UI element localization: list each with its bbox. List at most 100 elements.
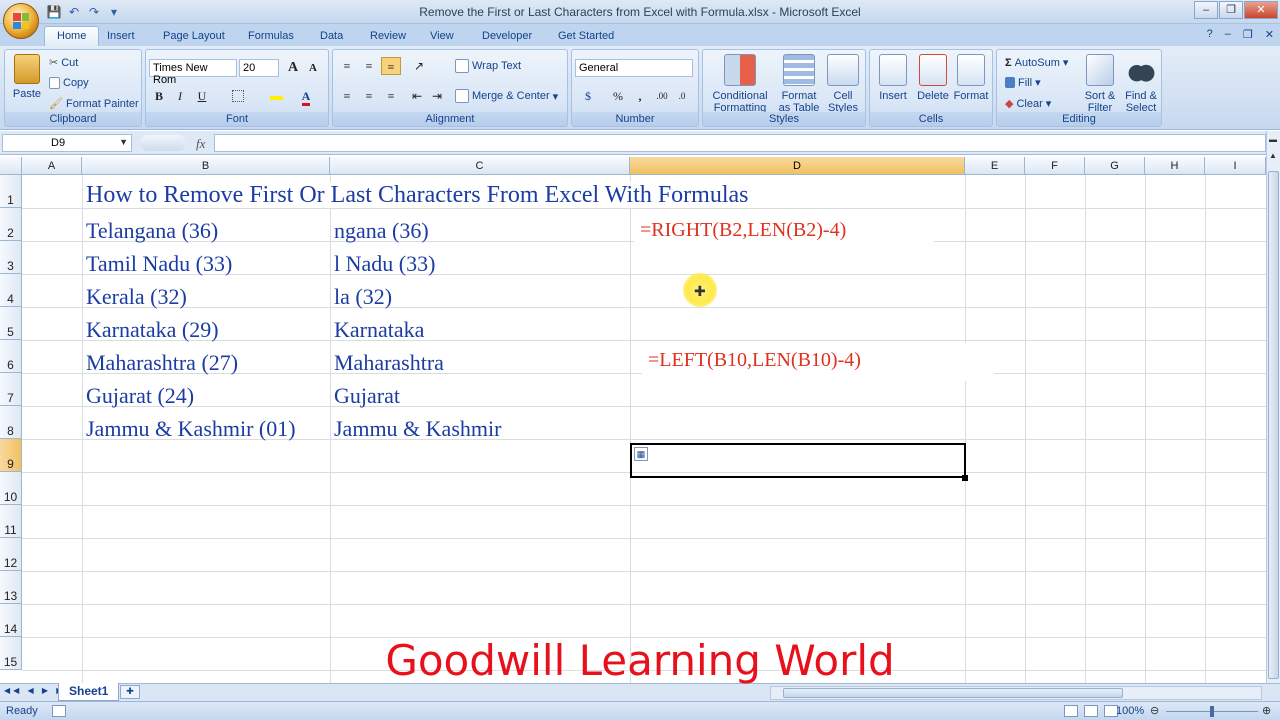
- row-header-3[interactable]: 3: [0, 241, 22, 274]
- horizontal-scrollbar[interactable]: [770, 686, 1262, 700]
- cell-b3[interactable]: Tamil Nadu (33): [86, 251, 232, 277]
- tab-get-started[interactable]: Get Started: [558, 28, 614, 46]
- column-header-i[interactable]: I: [1205, 157, 1266, 175]
- cell-c2[interactable]: ngana (36): [334, 218, 429, 244]
- copy-button[interactable]: Copy: [49, 77, 89, 89]
- cell-c7[interactable]: Gujarat: [334, 383, 400, 409]
- row-header-1[interactable]: 1: [0, 175, 22, 208]
- row-header-4[interactable]: 4: [0, 274, 22, 307]
- cell-b7[interactable]: Gujarat (24): [86, 383, 194, 409]
- minimize-button[interactable]: –: [1194, 1, 1218, 19]
- conditional-formatting-button[interactable]: Conditional Formatting: [705, 54, 775, 114]
- tab-page-layout[interactable]: Page Layout: [163, 28, 225, 46]
- cell-c4[interactable]: la (32): [334, 284, 392, 310]
- name-box[interactable]: D9 ▼: [2, 134, 132, 152]
- normal-view-icon[interactable]: [1064, 705, 1078, 717]
- top-align-icon[interactable]: ≡: [337, 57, 357, 75]
- align-center-icon[interactable]: ≡: [359, 87, 379, 105]
- ribbon-restore-icon[interactable]: ❐: [1243, 28, 1253, 41]
- font-color-icon[interactable]: A: [296, 87, 316, 106]
- align-left-icon[interactable]: ≡: [337, 87, 357, 105]
- grow-font-button[interactable]: A: [283, 59, 303, 77]
- row-header-14[interactable]: 14: [0, 604, 22, 637]
- format-as-table-button[interactable]: Format as Table: [775, 54, 823, 114]
- borders-icon[interactable]: [228, 87, 248, 105]
- split-box-icon[interactable]: ▬: [1269, 135, 1277, 144]
- worksheet-grid[interactable]: A B C D E F G H I 1 2 3 4 5 6 7 8 9 10 1…: [0, 157, 1266, 683]
- sheet-tab-sheet1[interactable]: Sheet1: [58, 683, 120, 701]
- cell-b4[interactable]: Kerala (32): [86, 284, 187, 310]
- column-header-a[interactable]: A: [22, 157, 82, 175]
- column-header-h[interactable]: H: [1145, 157, 1205, 175]
- clear-button[interactable]: ◆ Clear ▾: [1005, 97, 1051, 111]
- autosum-button[interactable]: Σ AutoSum ▾: [1005, 56, 1068, 70]
- find-select-button[interactable]: Find & Select: [1121, 54, 1161, 114]
- row-header-7[interactable]: 7: [0, 373, 22, 406]
- scroll-up-icon[interactable]: ▲: [1269, 151, 1277, 160]
- row-header-9[interactable]: 9: [0, 439, 22, 472]
- selected-cell-d9[interactable]: [630, 443, 966, 478]
- italic-button[interactable]: I: [170, 87, 190, 105]
- column-header-c[interactable]: C: [330, 157, 630, 175]
- cell-b5[interactable]: Karnataka (29): [86, 317, 219, 343]
- zoom-slider-thumb[interactable]: [1210, 706, 1214, 717]
- row-header-13[interactable]: 13: [0, 571, 22, 604]
- cell-c8[interactable]: Jammu & Kashmir: [334, 416, 501, 442]
- ribbon-close-icon[interactable]: ✕: [1265, 28, 1274, 41]
- middle-align-icon[interactable]: ≡: [359, 57, 379, 75]
- vertical-scroll-thumb[interactable]: [1268, 171, 1279, 679]
- ribbon-minimize-icon[interactable]: –: [1225, 28, 1231, 41]
- column-header-b[interactable]: B: [82, 157, 330, 175]
- insert-function-icon[interactable]: fx: [196, 136, 205, 152]
- format-cells-button[interactable]: Format: [952, 54, 990, 102]
- cell-b2[interactable]: Telangana (36): [86, 218, 218, 244]
- bold-button[interactable]: B: [149, 87, 169, 105]
- wrap-text-button[interactable]: Wrap Text: [455, 59, 521, 73]
- row-header-12[interactable]: 12: [0, 538, 22, 571]
- fill-color-icon[interactable]: [266, 87, 286, 105]
- zoom-in-icon[interactable]: ⊕: [1262, 704, 1271, 717]
- shrink-font-button[interactable]: A: [303, 59, 323, 77]
- format-painter-button[interactable]: 🖌 Format Painter: [49, 97, 139, 111]
- fill-button[interactable]: Fill ▾: [1005, 76, 1041, 89]
- select-all-corner[interactable]: [0, 157, 22, 175]
- align-right-icon[interactable]: ≡: [381, 87, 401, 105]
- office-button[interactable]: [3, 3, 39, 39]
- bottom-align-icon[interactable]: ≡: [381, 57, 401, 75]
- horizontal-scroll-thumb[interactable]: [783, 688, 1123, 698]
- cell-b8[interactable]: Jammu & Kashmir (01): [86, 416, 296, 442]
- column-header-g[interactable]: G: [1085, 157, 1145, 175]
- delete-cells-button[interactable]: Delete: [914, 54, 952, 102]
- currency-button[interactable]: $: [578, 87, 598, 105]
- tab-review[interactable]: Review: [370, 28, 406, 46]
- column-header-e[interactable]: E: [965, 157, 1025, 175]
- zoom-level[interactable]: 100%: [1116, 705, 1144, 717]
- sort-filter-button[interactable]: Sort & Filter: [1079, 54, 1121, 114]
- cell-c5[interactable]: Karnataka: [334, 317, 424, 343]
- font-size-combo[interactable]: 20: [239, 59, 279, 77]
- number-format-combo[interactable]: General: [575, 59, 693, 77]
- decrease-indent-icon[interactable]: ⇤: [407, 87, 427, 105]
- row-header-11[interactable]: 11: [0, 505, 22, 538]
- font-name-combo[interactable]: Times New Rom: [149, 59, 237, 86]
- zoom-out-icon[interactable]: ⊖: [1150, 704, 1159, 717]
- cell-b6[interactable]: Maharashtra (27): [86, 350, 238, 376]
- column-header-d[interactable]: D: [630, 157, 965, 175]
- orientation-icon[interactable]: ↗: [409, 57, 429, 75]
- insert-cells-button[interactable]: Insert: [874, 54, 912, 102]
- close-button[interactable]: ✕: [1244, 1, 1278, 19]
- column-header-f[interactable]: F: [1025, 157, 1085, 175]
- vertical-scrollbar[interactable]: ▬ ▲: [1266, 131, 1280, 683]
- underline-button[interactable]: U: [192, 87, 212, 105]
- paste-button[interactable]: Paste: [9, 54, 45, 100]
- tab-formulas[interactable]: Formulas: [248, 28, 294, 46]
- row-header-10[interactable]: 10: [0, 472, 22, 505]
- macro-record-icon[interactable]: [52, 705, 66, 717]
- increase-indent-icon[interactable]: ⇥: [427, 87, 447, 105]
- formula-input[interactable]: [214, 134, 1266, 152]
- cell-c3[interactable]: l Nadu (33): [334, 251, 435, 277]
- cut-button[interactable]: ✂ Cut: [49, 56, 78, 70]
- decrease-decimal-icon[interactable]: .0: [672, 87, 692, 105]
- percent-button[interactable]: %: [608, 87, 628, 105]
- merge-center-button[interactable]: Merge & Center ▾: [455, 89, 558, 103]
